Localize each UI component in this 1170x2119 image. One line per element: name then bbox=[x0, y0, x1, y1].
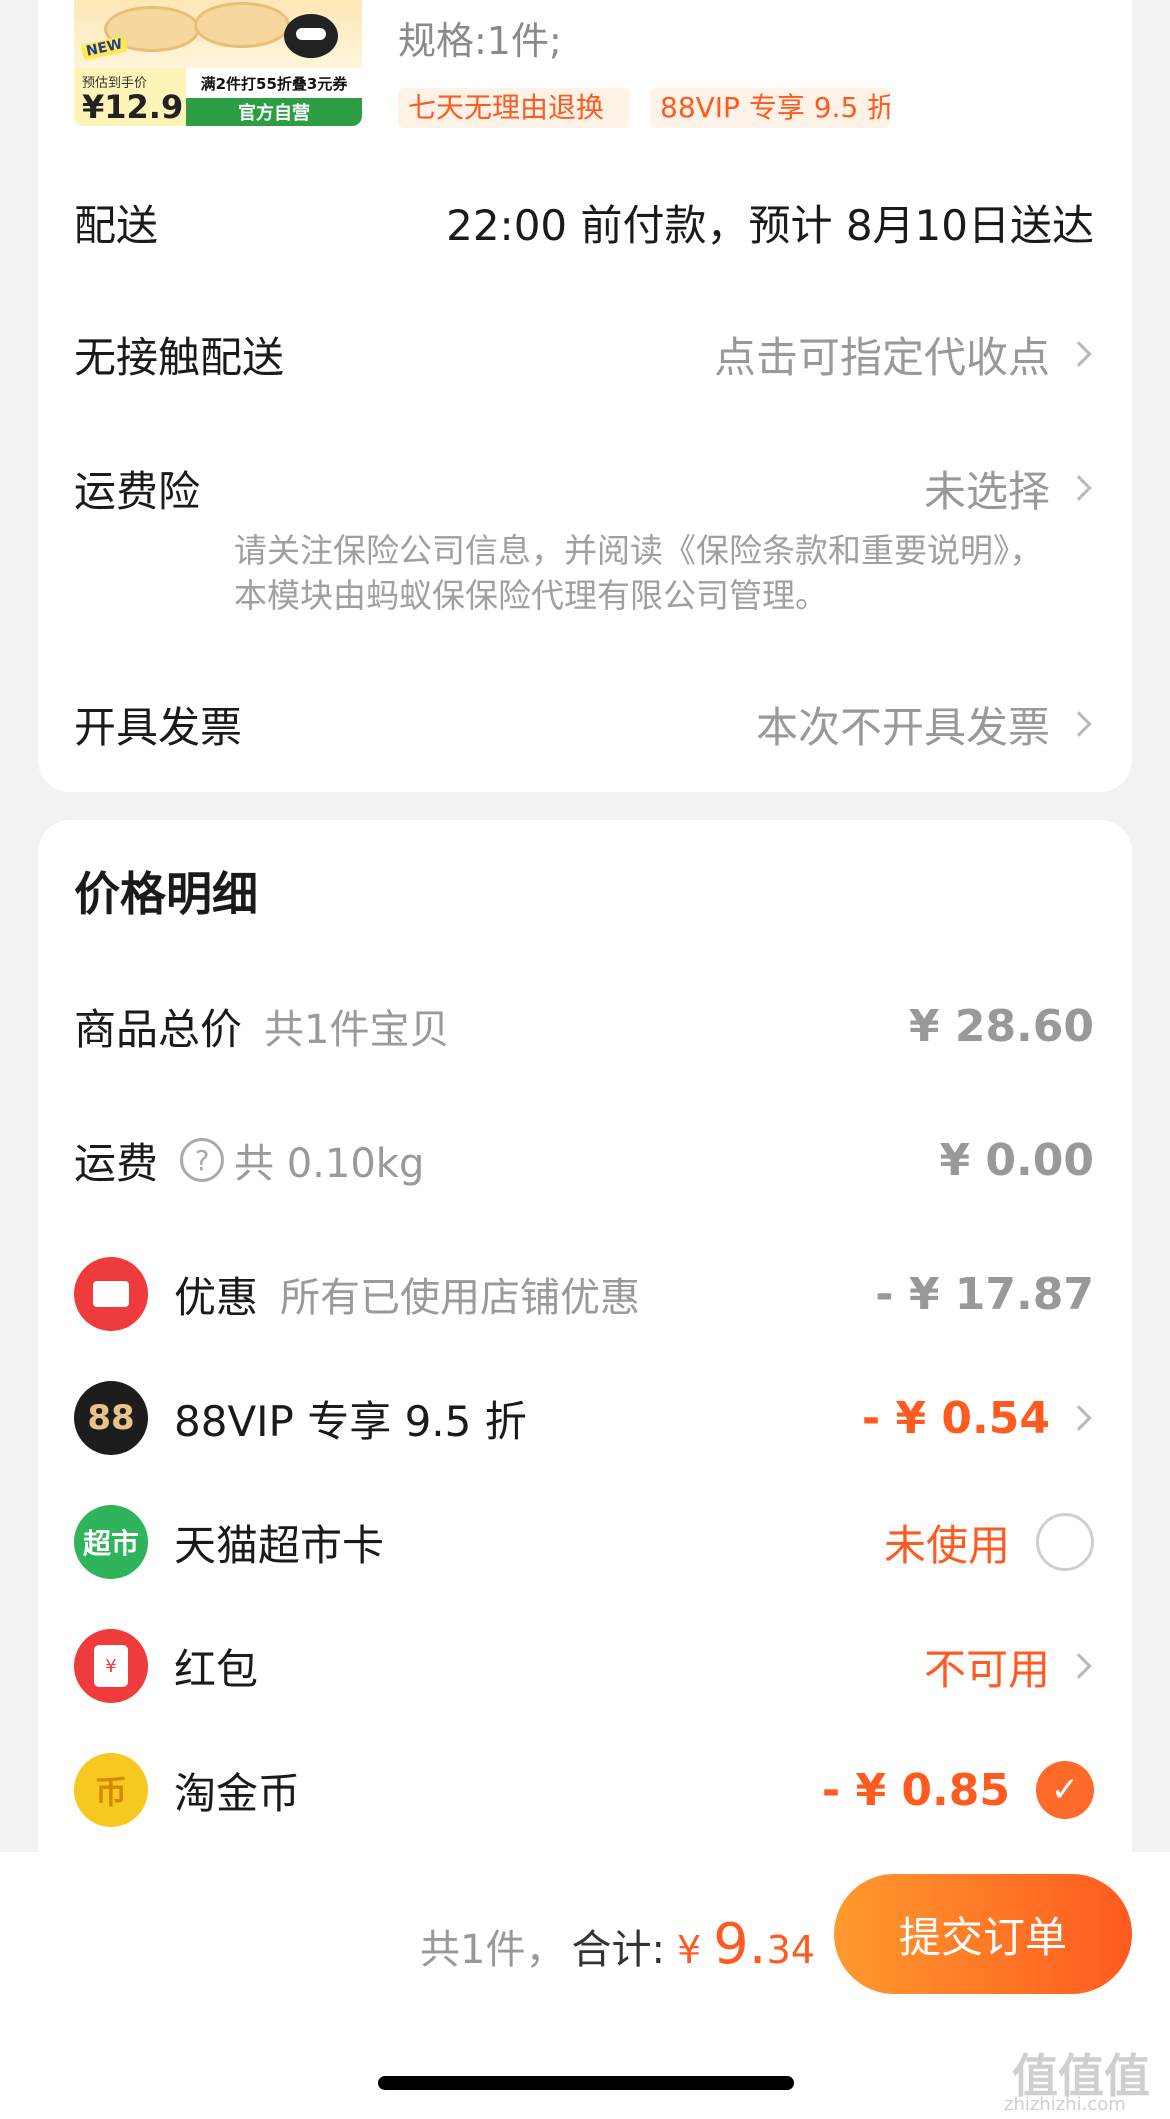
question-icon[interactable]: ? bbox=[180, 1138, 225, 1182]
supermarket-label: 天猫超市卡 bbox=[174, 1520, 385, 1570]
invoice-label: 开具发票 bbox=[74, 702, 243, 752]
items-total-label: 商品总价 bbox=[74, 1004, 243, 1054]
cookie-image bbox=[194, 2, 290, 48]
vip-discount-tag: 88VIP 专享 9.5 折 bbox=[650, 88, 890, 128]
contactless-label: 无接触配送 bbox=[74, 332, 285, 382]
thumb-mall-label: 官方自营 bbox=[186, 98, 362, 126]
contactless-value: 点击可指定代收点 bbox=[713, 332, 1050, 382]
delivery-label: 配送 bbox=[74, 200, 159, 250]
red-packet-value: 不可用 bbox=[923, 1644, 1050, 1694]
taojinbi-coin-icon: 币 bbox=[74, 1753, 148, 1827]
insurance-label: 运费险 bbox=[74, 466, 201, 516]
supermarket-card-row[interactable]: 超市 天猫超市卡 未使用 bbox=[74, 1502, 1094, 1582]
vip-label: 88VIP 专享 9.5 折 bbox=[174, 1396, 527, 1446]
insurance-note: 请关注保险公司信息，并阅读《保险条款和重要说明》，本模块由蚂蚁保保险代理有限公司… bbox=[234, 531, 1043, 615]
insurance-value: 未选择 bbox=[923, 466, 1050, 516]
thumb-promo: 满2件打55折叠3元券 bbox=[186, 68, 362, 98]
chevron-right-icon bbox=[1066, 711, 1092, 737]
tmall-supermarket-icon: 超市 bbox=[74, 1505, 148, 1579]
tmall-cat-icon bbox=[284, 14, 338, 58]
taojinbi-checked-icon[interactable]: ✓ bbox=[1036, 1761, 1094, 1819]
total-currency: ¥ bbox=[676, 1928, 702, 1972]
contactless-delivery-row[interactable]: 无接触配送 点击可指定代收点 bbox=[74, 322, 1094, 386]
chevron-right-icon bbox=[1066, 1653, 1092, 1679]
vip88-icon: 88 bbox=[74, 1381, 148, 1455]
new-badge: NEW bbox=[80, 35, 128, 61]
shipping-weight: 共 0.10kg bbox=[234, 1141, 425, 1187]
submit-order-button[interactable]: 提交订单 bbox=[834, 1874, 1132, 1994]
product-thumbnail[interactable]: NEW 预估到手价 ¥12.9 满2件打55折叠3元券 官方自营 bbox=[74, 0, 362, 126]
red-packet-label: 红包 bbox=[174, 1644, 259, 1694]
discount-label: 优惠 bbox=[174, 1272, 259, 1322]
thumb-price: ¥12.9 bbox=[82, 88, 184, 126]
home-indicator bbox=[378, 2076, 794, 2090]
invoice-row[interactable]: 开具发票 本次不开具发票 bbox=[74, 692, 1094, 756]
price-detail-title: 价格明细 bbox=[74, 867, 258, 921]
shipping-insurance-row[interactable]: 运费险 未选择 bbox=[74, 456, 1094, 520]
total-int: 9. bbox=[713, 1912, 767, 1977]
chevron-right-icon bbox=[1066, 341, 1092, 367]
watermark-url: zhizhizhi.com bbox=[1004, 2094, 1126, 2115]
taojinbi-label: 淘金币 bbox=[174, 1768, 301, 1818]
return-policy-tag: 七天无理由退换 bbox=[398, 88, 630, 128]
invoice-value: 本次不开具发票 bbox=[755, 702, 1050, 752]
items-total-row: 商品总价 共1件宝贝 ¥ 28.60 bbox=[74, 994, 1094, 1058]
supermarket-radio[interactable] bbox=[1036, 1513, 1094, 1571]
vip-value: - ¥ 0.54 bbox=[861, 1392, 1050, 1444]
total-count: 共1件， bbox=[420, 1927, 566, 1973]
chevron-right-icon bbox=[1066, 1405, 1092, 1431]
shipping-fee-row: 运费 ? 共 0.10kg ¥ 0.00 bbox=[74, 1128, 1094, 1192]
delivery-value: 22:00 前付款，预计 8月10日送达 bbox=[446, 200, 1094, 250]
discount-row: 优惠 所有已使用店铺优惠 - ¥ 17.87 bbox=[74, 1254, 1094, 1334]
delivery-row: 配送 22:00 前付款，预计 8月10日送达 bbox=[74, 192, 1094, 252]
items-count: 共1件宝贝 bbox=[264, 1007, 450, 1053]
supermarket-value: 未使用 bbox=[883, 1520, 1010, 1570]
shipping-value: ¥ 0.00 bbox=[939, 1134, 1095, 1186]
vip-discount-row[interactable]: 88 88VIP 专享 9.5 折 - ¥ 0.54 bbox=[74, 1378, 1094, 1458]
discount-value: - ¥ 17.87 bbox=[875, 1268, 1094, 1320]
product-spec: 规格:1件; bbox=[398, 19, 562, 63]
chevron-right-icon bbox=[1066, 475, 1092, 501]
discount-desc: 所有已使用店铺优惠 bbox=[280, 1275, 641, 1321]
items-total-value: ¥ 28.60 bbox=[908, 1000, 1094, 1052]
taojinbi-value: - ¥ 0.85 bbox=[821, 1764, 1010, 1816]
shipping-label: 运费 bbox=[74, 1138, 159, 1188]
red-packet-row[interactable]: ¥ 红包 不可用 bbox=[74, 1626, 1094, 1706]
coupon-icon bbox=[74, 1257, 148, 1331]
total-label: 合计: bbox=[571, 1927, 665, 1973]
total-dec: 34 bbox=[766, 1928, 815, 1972]
red-packet-icon: ¥ bbox=[74, 1629, 148, 1703]
taojinbi-row[interactable]: 币 淘金币 - ¥ 0.85 ✓ bbox=[74, 1750, 1094, 1830]
order-total: 共1件， 合计: ¥ 9. 34 bbox=[420, 1912, 815, 1977]
